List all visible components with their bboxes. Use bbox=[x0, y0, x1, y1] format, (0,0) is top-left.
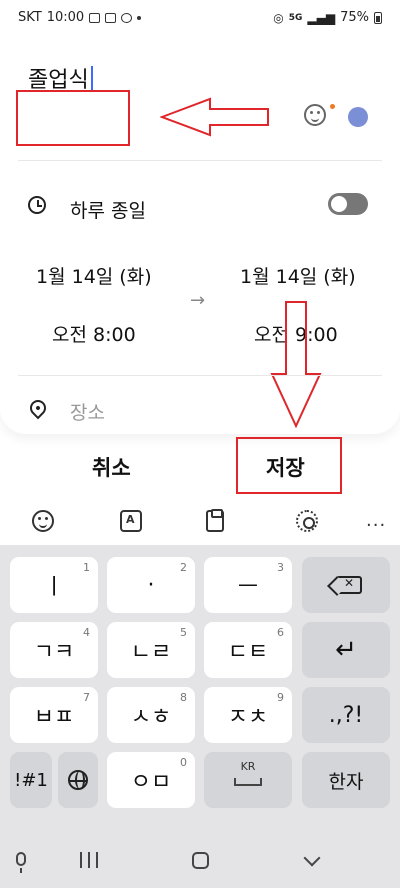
space-icon bbox=[234, 778, 262, 786]
backspace-key[interactable] bbox=[302, 557, 390, 613]
key-siot[interactable]: ㅅㅎ 8 bbox=[107, 687, 195, 743]
globe-icon bbox=[68, 770, 88, 790]
chat-notification-icon bbox=[121, 12, 133, 23]
key-dot[interactable]: · 2 bbox=[107, 557, 195, 613]
start-date[interactable]: 1월 14일 (화) bbox=[36, 262, 152, 289]
divider bbox=[18, 160, 382, 161]
battery-percent: 75% bbox=[340, 10, 369, 25]
annotation-down-arrow bbox=[270, 301, 322, 429]
app-notification-icon bbox=[105, 12, 117, 23]
space-key[interactable]: KR bbox=[204, 752, 292, 808]
enter-key[interactable]: ↵ bbox=[302, 622, 390, 678]
language-key[interactable] bbox=[58, 752, 98, 808]
key-nieun[interactable]: ㄴㄹ 5 bbox=[107, 622, 195, 678]
start-time[interactable]: 오전 8:00 bbox=[52, 320, 136, 347]
enter-icon: ↵ bbox=[335, 635, 357, 665]
location-input[interactable]: 장소 bbox=[70, 398, 105, 425]
hanja-key[interactable]: 한자 bbox=[302, 752, 390, 808]
recent-apps-icon[interactable] bbox=[80, 852, 98, 868]
key-giyeok[interactable]: ㄱㅋ 4 bbox=[10, 622, 98, 678]
event-color-picker[interactable] bbox=[348, 107, 368, 127]
signal-icon: ▂▄▆ bbox=[307, 10, 336, 25]
symbols-key[interactable]: !#1 bbox=[10, 752, 52, 808]
time-label: 10:00 bbox=[46, 10, 85, 25]
cancel-button[interactable]: 취소 bbox=[92, 452, 131, 482]
clock-icon bbox=[28, 196, 46, 214]
new-badge-dot bbox=[330, 104, 335, 109]
emoji-keyboard-icon[interactable] bbox=[32, 510, 54, 532]
home-icon[interactable] bbox=[192, 852, 209, 869]
backspace-icon bbox=[336, 576, 362, 594]
translate-icon[interactable] bbox=[120, 510, 142, 532]
carrier-label: SKT bbox=[18, 10, 42, 25]
hotspot-icon: ◎ bbox=[273, 10, 284, 25]
status-bar: SKT 10:00 ◎ 5G ▂▄▆ 75% bbox=[0, 0, 400, 36]
key-i[interactable]: ㅣ1 bbox=[10, 557, 98, 613]
arrow-right-icon: → bbox=[190, 290, 206, 311]
all-day-toggle[interactable] bbox=[328, 193, 368, 215]
divider bbox=[18, 375, 382, 376]
network-type-icon: 5G bbox=[288, 12, 303, 23]
clipboard-icon[interactable] bbox=[206, 509, 224, 532]
more-options-icon[interactable]: ... bbox=[366, 510, 386, 531]
toggle-knob bbox=[331, 196, 347, 212]
key-eu[interactable]: ㅡ3 bbox=[204, 557, 292, 613]
more-notifications-icon bbox=[137, 15, 142, 20]
key-jieut[interactable]: ㅈㅊ 9 bbox=[204, 687, 292, 743]
key-bieup[interactable]: ㅂㅍ 7 bbox=[10, 687, 98, 743]
key-ieung[interactable]: ㅇㅁ 0 bbox=[107, 752, 195, 808]
text-caret bbox=[90, 66, 93, 92]
annotation-save-box bbox=[236, 437, 342, 494]
voice-input-icon[interactable] bbox=[16, 852, 26, 873]
gallery-notification-icon bbox=[89, 12, 101, 23]
annotation-left-arrow bbox=[160, 97, 269, 137]
keyboard-settings-icon[interactable] bbox=[296, 510, 318, 532]
annotation-title-box bbox=[16, 90, 130, 146]
punctuation-key[interactable]: .,?! bbox=[302, 687, 390, 743]
battery-icon bbox=[374, 11, 382, 24]
key-digeut[interactable]: ㄷㅌ 6 bbox=[204, 622, 292, 678]
end-date[interactable]: 1월 14일 (화) bbox=[240, 262, 356, 289]
emoji-sticker-icon[interactable] bbox=[304, 104, 326, 126]
all-day-label: 하루 종일 bbox=[70, 200, 146, 222]
